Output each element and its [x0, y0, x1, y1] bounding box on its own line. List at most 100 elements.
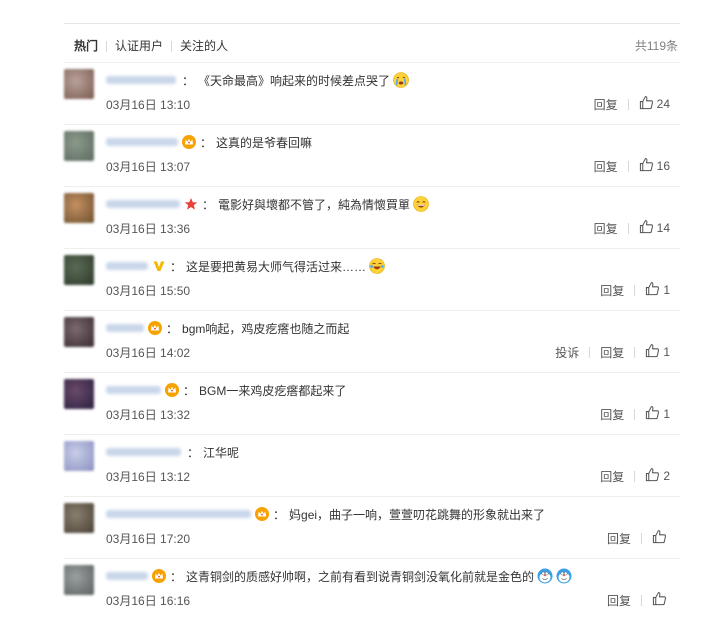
- username-link[interactable]: [106, 200, 180, 208]
- comment-body: ： 江华呢: [106, 443, 239, 461]
- like-count: 1: [663, 407, 670, 421]
- like-button[interactable]: 1: [645, 343, 670, 361]
- like-button[interactable]: [652, 591, 670, 609]
- username-link[interactable]: [106, 324, 144, 332]
- avatar[interactable]: [64, 503, 94, 533]
- thumbs-up-icon: [652, 529, 670, 547]
- action-separator: [627, 222, 629, 234]
- avatar[interactable]: [64, 379, 94, 409]
- comment-body: ： 这真的是爷春回嘛: [106, 133, 312, 151]
- avatar[interactable]: [64, 131, 94, 161]
- avatar[interactable]: [64, 255, 94, 285]
- thumbs-up-icon: [652, 591, 670, 609]
- like-count: 1: [663, 345, 670, 359]
- avatar[interactable]: [64, 441, 94, 471]
- thumbs-up-icon: [645, 343, 663, 361]
- reply-button[interactable]: 回复: [594, 96, 618, 113]
- like-count: 24: [656, 97, 670, 111]
- action-separator: [634, 408, 636, 420]
- avatar[interactable]: [64, 69, 94, 99]
- report-button[interactable]: 投诉: [555, 344, 579, 361]
- comment-total-count: 共119条: [634, 39, 678, 53]
- tab-separator: [171, 40, 173, 52]
- avatar[interactable]: [64, 193, 94, 223]
- comment-text: 電影好與壞都不管了，純為情懷買單: [218, 197, 411, 212]
- comment-text: bgm响起，鸡皮疙瘩也随之而起: [182, 321, 350, 336]
- comment-timestamp: 03月16日 13:12: [106, 470, 191, 484]
- like-count: 14: [656, 221, 670, 235]
- colon: ：: [202, 197, 215, 212]
- like-button[interactable]: [652, 529, 670, 547]
- action-separator: [641, 594, 642, 606]
- like-button[interactable]: 1: [645, 405, 670, 423]
- action-separator: [627, 98, 629, 110]
- tab-hot[interactable]: 热门: [74, 39, 98, 53]
- like-button[interactable]: 2: [645, 467, 670, 485]
- laugh-emoji-icon: [413, 196, 429, 212]
- username-link[interactable]: [106, 386, 161, 394]
- colon: ：: [200, 135, 213, 150]
- crown-badge-icon: [148, 321, 162, 335]
- comment-actions: 回复 1: [600, 281, 670, 299]
- comment-item: ： 这是要把黄易大师气得活过来…… 03月16日 15:50 回复 1: [64, 248, 680, 311]
- divider: [64, 23, 680, 24]
- reply-button[interactable]: 回复: [600, 406, 624, 423]
- like-button[interactable]: 1: [645, 281, 670, 299]
- action-separator: [634, 284, 636, 296]
- avatar[interactable]: [64, 317, 94, 347]
- comment-item: ： bgm响起，鸡皮疙瘩也随之而起 03月16日 14:02 投诉 回复 1: [64, 310, 680, 373]
- username-link[interactable]: [106, 572, 148, 580]
- comment-actions: 回复: [607, 591, 670, 609]
- comment-text: 妈gei，曲子一响，萱萱叨花跳舞的形象就出来了: [289, 507, 546, 522]
- like-count: 2: [663, 469, 670, 483]
- comment-text: BGM一来鸡皮疙瘩都起来了: [199, 383, 347, 398]
- reply-button[interactable]: 回复: [594, 220, 618, 237]
- colon: ：: [187, 445, 200, 460]
- thumbs-up-icon: [639, 219, 657, 237]
- action-separator: [634, 470, 636, 482]
- comment-item: ： BGM一来鸡皮疙瘩都起来了 03月16日 13:32 回复 1: [64, 372, 680, 435]
- colon: ：: [273, 507, 286, 522]
- comment-timestamp: 03月16日 17:20: [106, 532, 191, 546]
- username-link[interactable]: [106, 262, 148, 270]
- like-button[interactable]: 16: [639, 157, 670, 175]
- reply-button[interactable]: 回复: [600, 344, 624, 361]
- tab-following[interactable]: 关注的人: [180, 39, 228, 53]
- comment-actions: 回复 2: [600, 467, 670, 485]
- action-separator: [634, 346, 636, 358]
- colon: ：: [182, 73, 195, 88]
- username-link[interactable]: [106, 510, 251, 518]
- reply-button[interactable]: 回复: [600, 468, 624, 485]
- comment-item: ： 江华呢 03月16日 13:12 回复 2: [64, 434, 680, 497]
- reply-button[interactable]: 回复: [600, 282, 624, 299]
- comment-item: ： 这真的是爷春回嘛 03月16日 13:07 回复 16: [64, 124, 680, 187]
- username-link[interactable]: [106, 138, 178, 146]
- comment-actions: 回复 1: [600, 405, 670, 423]
- action-separator: [589, 346, 591, 358]
- crown-badge-icon: [165, 383, 179, 397]
- thumbs-up-icon: [639, 157, 657, 175]
- reply-button[interactable]: 回复: [594, 158, 618, 175]
- comment-text: 这真的是爷春回嘛: [216, 135, 313, 150]
- comment-actions: 投诉 回复 1: [555, 343, 670, 361]
- like-button[interactable]: 24: [639, 95, 670, 113]
- username-link[interactable]: [106, 76, 176, 84]
- like-button[interactable]: 14: [639, 219, 670, 237]
- tab-verified-users[interactable]: 认证用户: [115, 39, 163, 53]
- comment-item: ： 这青铜剑的质感好帅啊，之前有看到说青铜剑没氧化前就是金色的 03月16日 1…: [64, 558, 680, 621]
- doraemon-emoji-icon: [556, 568, 572, 584]
- comments-panel: 热门 认证用户 关注的人 共119条 ： 《天命最高》响起来的时候差点哭了 03…: [64, 0, 680, 625]
- reply-button[interactable]: 回复: [607, 530, 631, 547]
- comment-filter-tabs: 热门 认证用户 关注的人: [74, 39, 228, 53]
- comment-text: 这青铜剑的质感好帅啊，之前有看到说青铜剑没氧化前就是金色的: [186, 569, 535, 584]
- like-count: 16: [656, 159, 670, 173]
- action-separator: [641, 532, 642, 544]
- avatar[interactable]: [64, 565, 94, 595]
- username-link[interactable]: [106, 448, 181, 456]
- tab-separator: [106, 40, 108, 52]
- thumbs-up-icon: [639, 95, 657, 113]
- reply-button[interactable]: 回复: [607, 592, 631, 609]
- comment-body: ： BGM一来鸡皮疙瘩都起来了: [106, 381, 346, 399]
- doraemon-emoji-icon: [537, 568, 553, 584]
- comment-body: ： bgm响起，鸡皮疙瘩也随之而起: [106, 319, 349, 337]
